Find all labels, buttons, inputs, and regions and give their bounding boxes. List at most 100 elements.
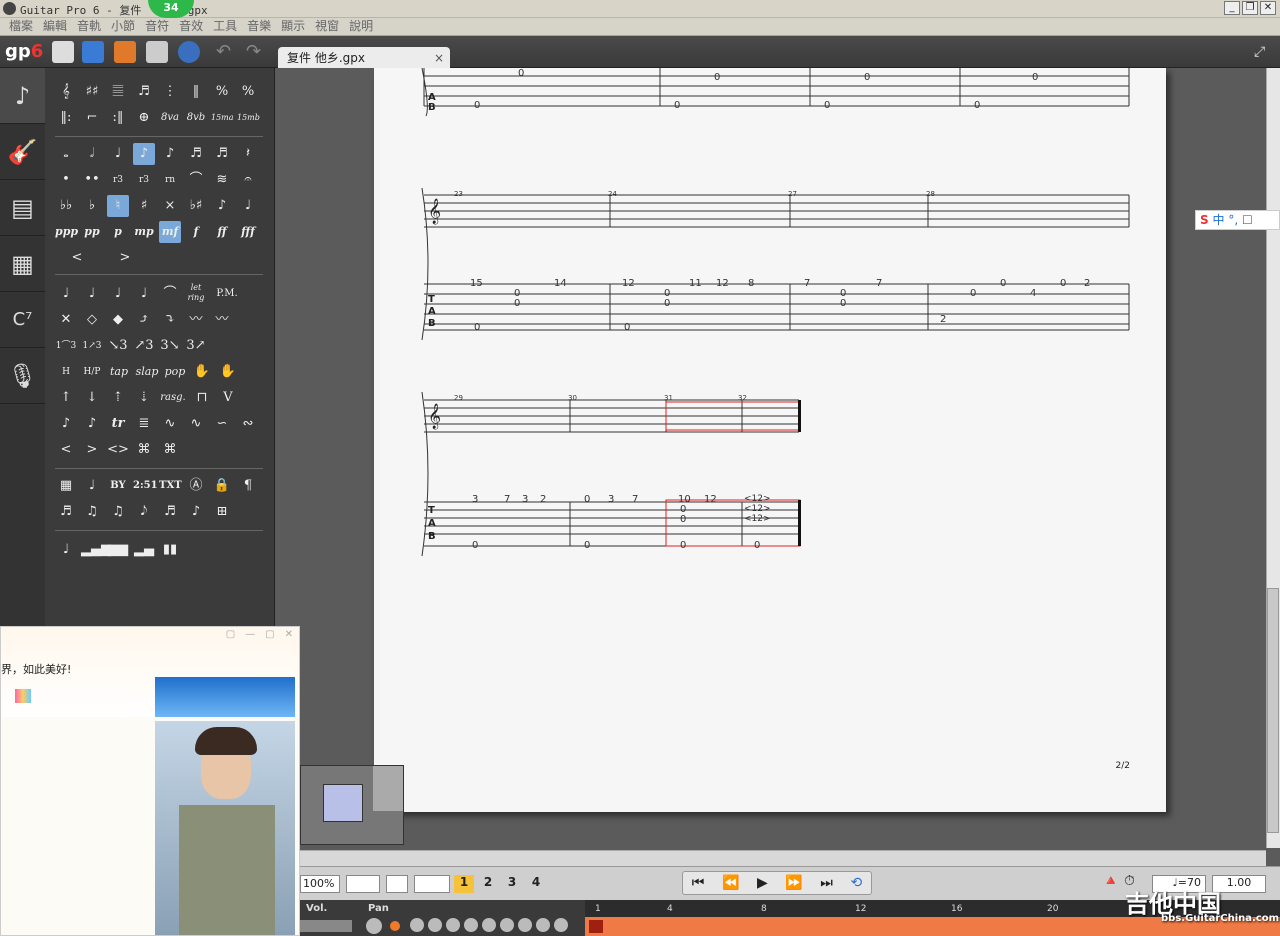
quarter-note-icon[interactable]: ♩ (107, 143, 129, 165)
eq-knob[interactable] (536, 918, 550, 932)
clef-icon[interactable]: 𝄞 (55, 81, 77, 103)
go-to-start-icon[interactable]: ⏮ (692, 875, 705, 891)
fade-in-icon[interactable]: < (55, 439, 77, 461)
volume-swell-icon[interactable]: <> (107, 439, 129, 461)
play-icon[interactable]: ▶ (757, 875, 768, 891)
notation-panel-icon[interactable]: ♪ (0, 68, 45, 124)
artificial-harmonic-icon[interactable]: ◆ (107, 309, 129, 331)
accent-note-icon[interactable]: ♩ (55, 283, 77, 305)
ime-toolbar[interactable]: S 中 °, ☐ (1195, 210, 1280, 230)
note-entry-button[interactable] (414, 875, 450, 893)
auto-beam-icon[interactable]: ♬ (55, 501, 77, 523)
chat-maximize-icon[interactable]: ▢ (265, 629, 274, 640)
8vb-icon[interactable]: 8vb (185, 107, 207, 129)
left-hand-tap-icon[interactable]: ✋ (191, 361, 213, 383)
key-signature-icon[interactable]: ♯♯ (81, 81, 103, 103)
save-file-icon[interactable] (114, 41, 136, 63)
downstroke-icon[interactable]: ↓ (81, 387, 103, 409)
fullscreen-icon[interactable]: ⤢ (1254, 41, 1276, 63)
scroll-thumb[interactable] (1267, 588, 1279, 833)
wah-closed-icon[interactable]: ⌘ (159, 439, 181, 461)
eq-knob[interactable] (428, 918, 442, 932)
multitrack-button[interactable] (386, 875, 408, 893)
natural-icon[interactable]: ♮ (107, 195, 129, 217)
playhead-block[interactable] (589, 920, 603, 933)
eq-knob[interactable] (446, 918, 460, 932)
tap-button[interactable]: tap (107, 361, 131, 383)
vertical-scrollbar[interactable] (1266, 68, 1280, 848)
voice-3-button[interactable]: 3 (502, 875, 522, 893)
tie-icon[interactable]: ⌒ (185, 169, 207, 191)
dynamic-f[interactable]: f (185, 221, 207, 243)
paragraph-icon[interactable]: ¶ (237, 475, 259, 497)
menu-help[interactable]: 說明 (344, 18, 378, 35)
close-tab-icon[interactable]: × (434, 47, 444, 69)
bend-icon[interactable]: ⤴ (133, 309, 155, 331)
beam-group-icon[interactable]: 𝅘𝅥𝅮 (133, 501, 155, 523)
sixty-fourth-note-icon[interactable]: ♬ (211, 143, 233, 165)
menu-note[interactable]: 音符 (140, 18, 174, 35)
chord-diagram-icon[interactable]: ▦ (55, 475, 77, 497)
vibrato-icon[interactable]: 〰 (185, 309, 207, 331)
grace-icon[interactable]: ♪ (55, 413, 77, 435)
15ma-icon[interactable]: 15ma (211, 107, 234, 129)
rasgueado-button[interactable]: rasg. (159, 387, 187, 409)
fermata-icon[interactable]: 𝄐 (237, 169, 259, 191)
emoji-icon[interactable] (15, 689, 31, 703)
velocity-bars-m-icon[interactable]: ▆▆ (107, 539, 129, 561)
lock-icon[interactable]: 🔒 (211, 475, 233, 497)
page-navigator[interactable] (300, 765, 404, 845)
slide-in-above-icon[interactable]: 3↗ (185, 335, 207, 357)
menu-tools[interactable]: 工具 (208, 18, 242, 35)
hammer-on-icon[interactable]: H (55, 361, 77, 383)
dynamic-mp[interactable]: mp (133, 221, 155, 243)
thirty-second-note-icon[interactable]: ♬ (185, 143, 207, 165)
menu-file[interactable]: 檔案 (4, 18, 38, 35)
eq-knob[interactable] (464, 918, 478, 932)
eq-knob[interactable] (410, 918, 424, 932)
acciaccatura-icon[interactable]: ♪ (81, 413, 103, 435)
simile-icon[interactable]: % (211, 81, 233, 103)
dotted-icon[interactable]: • (55, 169, 77, 191)
ghost-note-icon[interactable]: ✕ (55, 309, 77, 331)
turn-icon[interactable]: ∽ (211, 413, 233, 435)
triplet-feel-icon[interactable]: ♬ (133, 81, 155, 103)
score-page[interactable]: 𝄞 𝄞 A B T A B T A B 23 24 27 28 29 30 31… (374, 68, 1166, 812)
whole-note-icon[interactable]: 𝅝 (55, 143, 77, 165)
horizontal-scrollbar[interactable] (300, 850, 1266, 866)
upstroke-icon[interactable]: ↑ (55, 387, 77, 409)
info-icon[interactable] (178, 41, 200, 63)
slide-shift-icon[interactable]: 1⌒3 (55, 335, 77, 357)
metronome-icon[interactable]: 🔺 (1102, 873, 1119, 889)
ime-mode-label[interactable]: 中 (1212, 213, 1224, 227)
repeat-close-icon[interactable]: :‖ (107, 107, 129, 129)
wah-open-icon[interactable]: ⌘ (133, 439, 155, 461)
break-beam-icon[interactable]: ♫ (107, 501, 129, 523)
slide-legato-icon[interactable]: 1↗3 (81, 335, 103, 357)
chord-panel-icon[interactable]: C⁷ (0, 292, 45, 348)
chat-minimize-icon[interactable]: — (245, 629, 255, 640)
rewind-icon[interactable]: ⏪ (722, 875, 739, 891)
slap-button[interactable]: slap (135, 361, 159, 383)
pan-knob[interactable] (366, 918, 382, 934)
pick-up-icon[interactable]: V (217, 387, 239, 409)
voice-1-button[interactable]: 1 (454, 875, 474, 893)
eq-knob[interactable] (554, 918, 568, 932)
crescendo-icon[interactable]: < (55, 247, 99, 269)
velocity-bars-2-icon[interactable]: ▂▄ (133, 539, 155, 561)
hammer-pull-icon[interactable]: H/P (81, 361, 103, 383)
decrescendo-icon[interactable]: > (103, 247, 147, 269)
15mb-icon[interactable]: 15mb (237, 107, 260, 129)
tremolo-icon[interactable]: ≋ (211, 169, 233, 191)
heavy-accent-icon[interactable]: ♩ (81, 283, 103, 305)
dynamic-ff[interactable]: ff (211, 221, 233, 243)
eq-knob[interactable] (518, 918, 532, 932)
eq-knob[interactable] (482, 918, 496, 932)
print-icon[interactable] (146, 41, 168, 63)
slide-out-down-icon[interactable]: ↘3 (107, 335, 129, 357)
layout-icon[interactable]: ⊞ (211, 501, 233, 523)
menu-window[interactable]: 視窗 (310, 18, 344, 35)
guitar-panel-icon[interactable]: 🎸 (0, 124, 45, 180)
triplet-icon[interactable]: r3 (107, 169, 129, 191)
open-file-icon[interactable] (82, 41, 104, 63)
